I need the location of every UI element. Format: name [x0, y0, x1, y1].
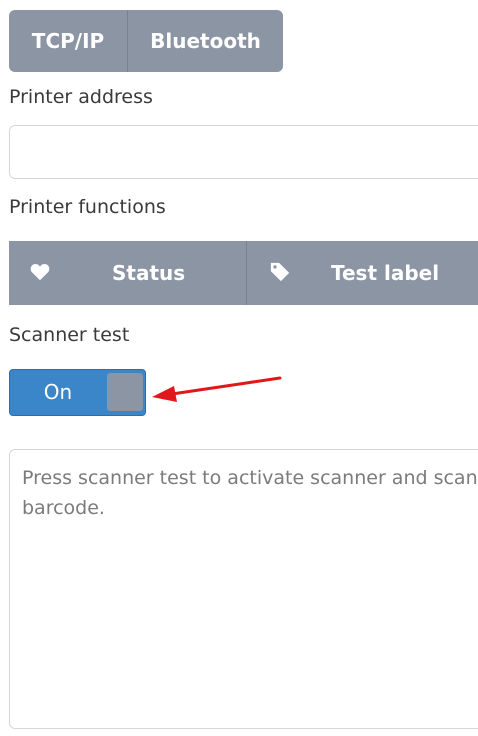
tcpip-tab[interactable]: TCP/IP	[9, 10, 128, 72]
scanner-test-toggle[interactable]: On	[9, 369, 146, 416]
heart-icon	[30, 263, 50, 281]
status-label: Status	[112, 261, 186, 285]
test-label-button[interactable]: Test label	[247, 241, 478, 305]
printer-functions-bar: Status Test label	[9, 241, 478, 305]
scanner-test-label: Scanner test	[9, 324, 130, 346]
bluetooth-tab[interactable]: Bluetooth	[128, 10, 283, 72]
annotation-arrow-icon	[152, 376, 282, 402]
printer-address-input[interactable]	[9, 125, 478, 179]
printer-functions-label: Printer functions	[9, 196, 166, 218]
printer-address-label: Printer address	[9, 86, 153, 108]
toggle-on-label: On	[43, 380, 73, 404]
connection-type-selector: TCP/IP Bluetooth	[9, 10, 283, 72]
scan-output-placeholder: Press scanner test to activate scanner a…	[22, 467, 478, 519]
scan-output-area[interactable]: Press scanner test to activate scanner a…	[9, 449, 478, 729]
tag-icon	[270, 262, 290, 282]
status-button[interactable]: Status	[9, 241, 247, 305]
toggle-knob[interactable]	[107, 373, 143, 411]
test-label-text: Test label	[331, 261, 440, 285]
